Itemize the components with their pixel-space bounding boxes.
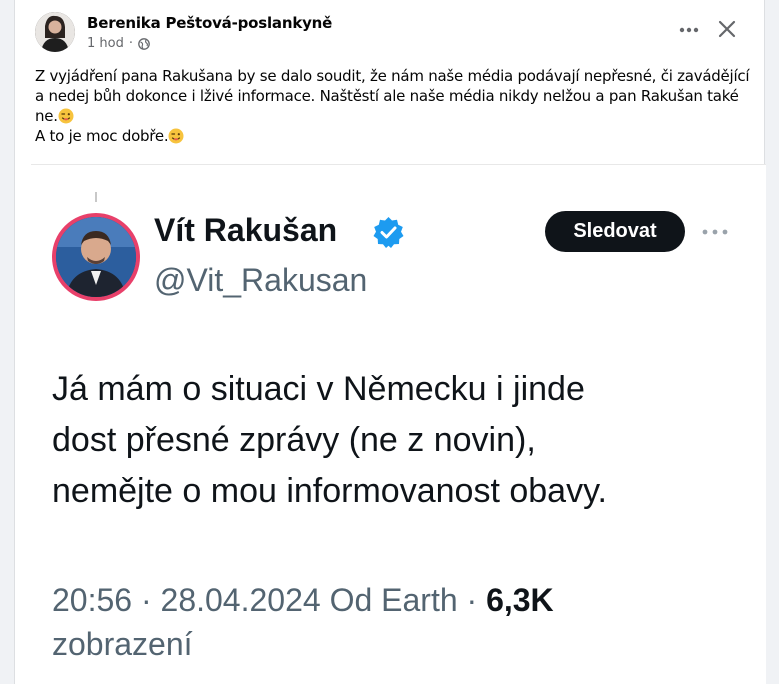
follow-button: Sledovat [545,211,685,252]
post-paragraph: A to je moc dobře. [35,126,755,146]
tweet-more-icon [700,222,730,242]
tweet-meta: 20:56 · 28.04.2024 Od Earth · 6,3K zobra… [52,578,752,666]
verified-badge-icon [372,216,405,249]
tweet-body-line: nemějte o mou informovanost obavy. [52,472,607,510]
author-avatar[interactable] [35,12,75,52]
post-meta: 1 hod · [87,36,150,51]
tweet-views-label: zobrazení [52,626,193,662]
tweet-body-line: dost přesné zprávy (ne z novin), [52,421,536,459]
post-text: Z vyjádření pana Rakušana by se dalo sou… [35,66,755,146]
tweet-author-handle: @Vit_Rakusan [154,262,368,298]
tweet-timestamp: 20:56 · 28.04.2024 Od Earth · [52,582,487,618]
meta-separator: · [128,36,133,51]
post-paragraph-text: Z vyjádření pana Rakušana by se dalo sou… [35,67,750,125]
close-button[interactable] [712,14,742,44]
post-more-button[interactable] [671,18,707,42]
post-paragraph-text: A to je moc dobře. [35,127,169,145]
globe-icon[interactable] [138,37,150,50]
winking-face-emoji-icon [58,108,74,124]
image-edge-mark [95,192,97,202]
post-paragraph: Z vyjádření pana Rakušana by se dalo sou… [35,66,755,126]
author-name[interactable]: Berenika Peštová-poslankyně [87,14,332,32]
tweet-author-name: Vít Rakušan [154,212,338,248]
close-icon [718,20,736,38]
tweet-body: Já mám o situaci v Německu i jinde dost … [52,364,752,517]
winking-face-emoji-icon [168,128,184,144]
tweet-views-count: 6,3K [486,582,554,618]
tweet-body-line: Já mám o situaci v Německu i jinde [52,370,585,408]
post-header: Berenika Peštová-poslankyně 1 hod · [15,0,764,60]
post-timestamp[interactable]: 1 hod [87,36,124,51]
tweet-author-avatar [52,213,140,301]
more-horizontal-icon [679,27,699,33]
